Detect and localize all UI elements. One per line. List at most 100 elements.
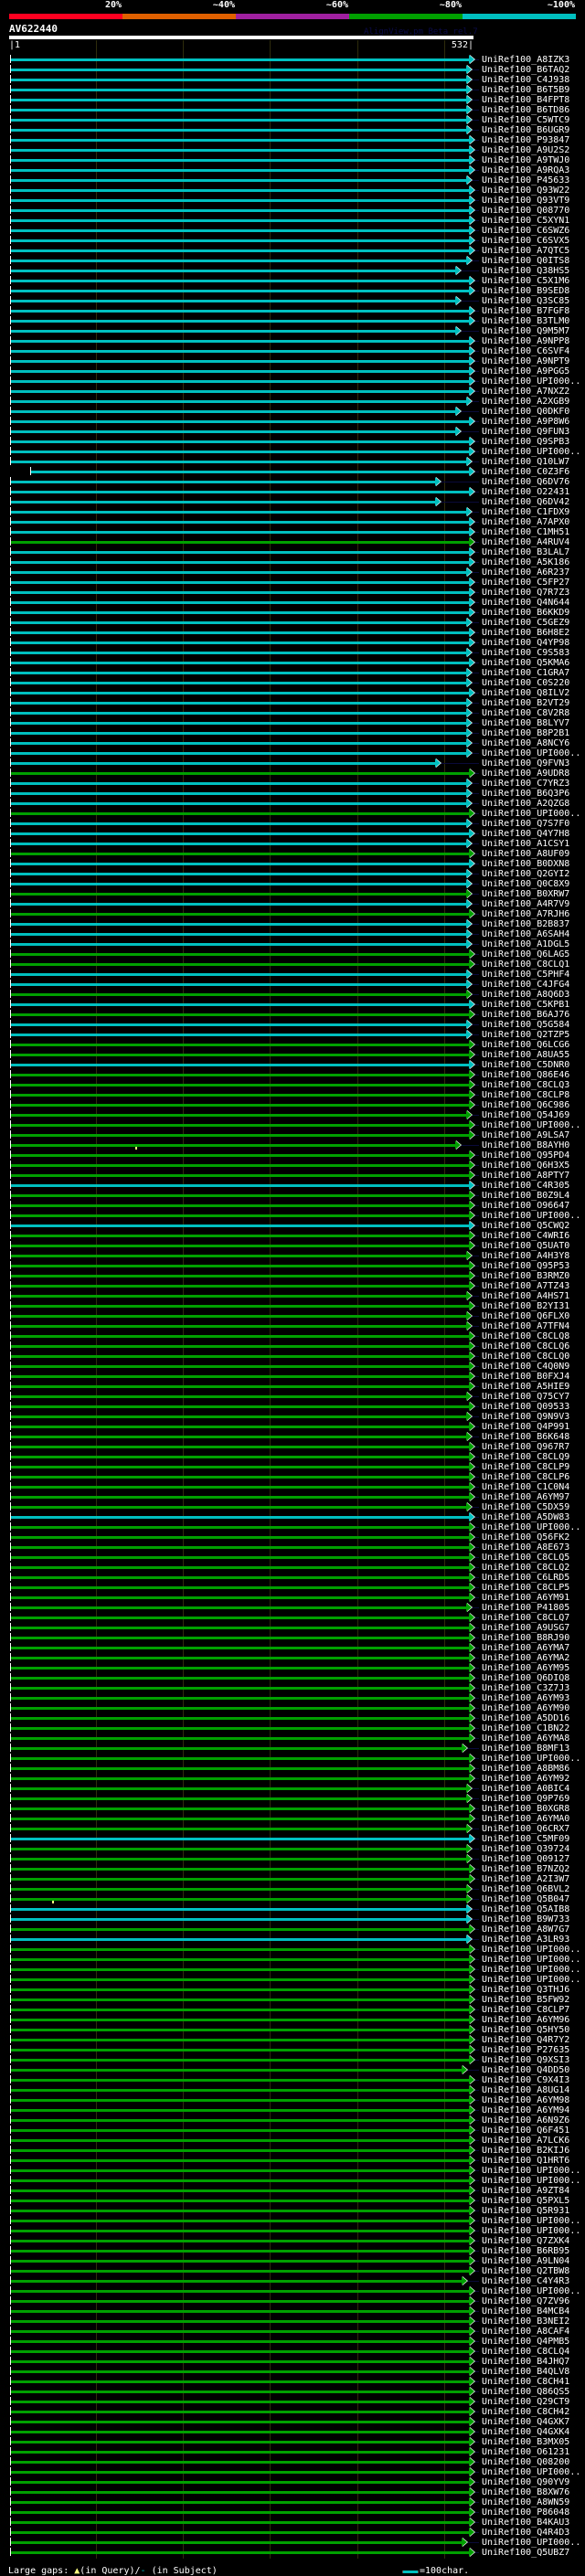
alignment-row[interactable]: UniRef100_Q6C986 bbox=[0, 1100, 585, 1110]
alignment-row[interactable]: UniRef100_Q4N644 bbox=[0, 598, 585, 608]
alignment-row[interactable]: UniRef100_Q6H3X5 bbox=[0, 1161, 585, 1171]
alignment-bar[interactable] bbox=[10, 843, 467, 845]
hit-label[interactable]: UniRef100_Q3SC85 bbox=[482, 296, 569, 306]
alignment-bar[interactable] bbox=[10, 1084, 470, 1087]
alignment-row[interactable]: UniRef100_UPI000.. bbox=[0, 2467, 585, 2477]
alignment-row[interactable]: UniRef100_Q6DIQ8 bbox=[0, 1673, 585, 1683]
hit-label[interactable]: UniRef100_B8AYH0 bbox=[482, 1140, 569, 1150]
hit-label[interactable]: UniRef100_A9LN04 bbox=[482, 2256, 569, 2266]
hit-label[interactable]: UniRef100_C4J938 bbox=[482, 75, 569, 85]
alignment-row[interactable]: UniRef100_A5K186 bbox=[0, 557, 585, 567]
hit-label[interactable]: UniRef100_C5DX59 bbox=[482, 1502, 569, 1512]
alignment-bar[interactable] bbox=[10, 1848, 467, 1850]
alignment-row[interactable]: UniRef100_B4KAU3 bbox=[0, 2518, 585, 2528]
alignment-row[interactable]: UniRef100_Q93VT9 bbox=[0, 196, 585, 206]
alignment-row[interactable]: UniRef100_A2QZG8 bbox=[0, 799, 585, 809]
hit-label[interactable]: UniRef100_UPI000.. bbox=[482, 1754, 580, 1764]
alignment-row[interactable]: UniRef100_Q8ILV2 bbox=[0, 688, 585, 698]
hit-label[interactable]: UniRef100_P45633 bbox=[482, 175, 569, 186]
alignment-row[interactable]: UniRef100_Q6DV42 bbox=[0, 497, 585, 507]
alignment-bar[interactable] bbox=[10, 2089, 470, 2092]
alignment-bar[interactable] bbox=[10, 2189, 470, 2192]
alignment-bar[interactable] bbox=[10, 1998, 470, 2001]
alignment-bar[interactable] bbox=[10, 601, 470, 604]
hit-label[interactable]: UniRef100_C5MF09 bbox=[482, 1834, 569, 1844]
hit-label[interactable]: UniRef100_C8CLQ8 bbox=[482, 1331, 569, 1341]
alignment-bar[interactable] bbox=[10, 2019, 470, 2021]
hit-label[interactable]: UniRef100_C0S220 bbox=[482, 678, 569, 688]
alignment-bar[interactable] bbox=[10, 1044, 470, 1046]
alignment-bar[interactable] bbox=[10, 551, 470, 554]
alignment-bar[interactable] bbox=[10, 2139, 470, 2142]
alignment-row[interactable]: UniRef100_Q6CRX7 bbox=[0, 1824, 585, 1834]
hit-label[interactable]: UniRef100_UPI000.. bbox=[482, 1945, 580, 1955]
alignment-row[interactable]: UniRef100_Q08200 bbox=[0, 2457, 585, 2467]
hit-label[interactable]: UniRef100_A6YM92 bbox=[482, 1774, 569, 1784]
hit-label[interactable]: UniRef100_B6TAQ2 bbox=[482, 65, 569, 75]
alignment-bar[interactable] bbox=[10, 229, 470, 232]
alignment-bar[interactable] bbox=[10, 2501, 470, 2504]
alignment-bar[interactable] bbox=[10, 853, 470, 855]
hit-label[interactable]: UniRef100_A4HS71 bbox=[482, 1291, 569, 1301]
alignment-row[interactable]: UniRef100_A9RQA3 bbox=[0, 165, 585, 175]
alignment-row[interactable]: UniRef100_C8CLQ7 bbox=[0, 1613, 585, 1623]
alignment-bar[interactable] bbox=[10, 1315, 467, 1318]
alignment-row[interactable]: UniRef100_Q08770 bbox=[0, 206, 585, 216]
alignment-bar[interactable] bbox=[10, 310, 470, 313]
alignment-row[interactable]: UniRef100_A5DW83 bbox=[0, 1512, 585, 1522]
alignment-row[interactable]: UniRef100_Q4P991 bbox=[0, 1422, 585, 1432]
alignment-bar[interactable] bbox=[10, 621, 467, 624]
alignment-row[interactable]: UniRef100_A7TZ43 bbox=[0, 1281, 585, 1291]
alignment-bar[interactable] bbox=[10, 2099, 470, 2102]
alignment-bar[interactable] bbox=[10, 1747, 462, 1750]
alignment-row[interactable]: UniRef100_B8AYH0 bbox=[0, 1140, 585, 1150]
alignment-bar[interactable] bbox=[10, 561, 470, 564]
alignment-bar[interactable] bbox=[10, 199, 470, 202]
alignment-row[interactable]: UniRef100_B6TAQ2 bbox=[0, 65, 585, 75]
alignment-bar[interactable] bbox=[10, 893, 467, 896]
alignment-bar[interactable] bbox=[10, 2421, 470, 2423]
hit-label[interactable]: UniRef100_B9SED8 bbox=[482, 286, 569, 296]
alignment-row[interactable]: UniRef100_Q4R7Y2 bbox=[0, 2035, 585, 2045]
alignment-bar[interactable] bbox=[10, 1154, 470, 1157]
hit-label[interactable]: UniRef100_Q5AIB8 bbox=[482, 1904, 569, 1914]
alignment-row[interactable]: UniRef100_UPI000.. bbox=[0, 1955, 585, 1965]
alignment-row[interactable]: UniRef100_B5FW92 bbox=[0, 1995, 585, 2005]
hit-label[interactable]: UniRef100_A6YM97 bbox=[482, 1492, 569, 1502]
alignment-bar[interactable] bbox=[10, 2471, 470, 2474]
alignment-row[interactable]: UniRef100_C8CLQ1 bbox=[0, 959, 585, 970]
alignment-row[interactable]: UniRef100_A8WN59 bbox=[0, 2497, 585, 2507]
alignment-bar[interactable] bbox=[10, 1566, 470, 1569]
alignment-row[interactable]: UniRef100_A9LN04 bbox=[0, 2256, 585, 2266]
alignment-row[interactable]: UniRef100_B6K648 bbox=[0, 1432, 585, 1442]
alignment-row[interactable]: UniRef100_UPI000.. bbox=[0, 1211, 585, 1221]
alignment-row[interactable]: UniRef100_Q7ZXK4 bbox=[0, 2236, 585, 2246]
alignment-row[interactable]: UniRef100_Q95PD4 bbox=[0, 1150, 585, 1161]
alignment-bar[interactable] bbox=[10, 239, 470, 242]
alignment-bar[interactable] bbox=[10, 1586, 470, 1589]
alignment-row[interactable]: UniRef100_A8UA55 bbox=[0, 1050, 585, 1060]
hit-label[interactable]: UniRef100_C8CLP6 bbox=[482, 1472, 569, 1482]
hit-label[interactable]: UniRef100_A6YM91 bbox=[482, 1593, 569, 1603]
hit-label[interactable]: UniRef100_O22431 bbox=[482, 487, 569, 497]
alignment-bar[interactable] bbox=[10, 1476, 470, 1479]
hit-label[interactable]: UniRef100_A6YM98 bbox=[482, 2095, 569, 2105]
alignment-row[interactable]: UniRef100_C8CLP8 bbox=[0, 1090, 585, 1100]
alignment-bar[interactable] bbox=[10, 2390, 470, 2393]
hit-label[interactable]: UniRef100_A1CSY1 bbox=[482, 839, 569, 849]
alignment-row[interactable]: UniRef100_C8CLQ3 bbox=[0, 1080, 585, 1090]
alignment-row[interactable]: UniRef100_A6YM91 bbox=[0, 1593, 585, 1603]
alignment-bar[interactable] bbox=[10, 1134, 470, 1137]
hit-label[interactable]: UniRef100_A9LSA7 bbox=[482, 1130, 569, 1140]
alignment-bar[interactable] bbox=[10, 1737, 470, 1740]
alignment-bar[interactable] bbox=[10, 370, 470, 373]
alignment-bar[interactable] bbox=[10, 1094, 470, 1097]
alignment-bar[interactable] bbox=[10, 99, 467, 101]
hit-label[interactable]: UniRef100_Q5PXL5 bbox=[482, 2196, 569, 2206]
hit-label[interactable]: UniRef100_C5DNR0 bbox=[482, 1060, 569, 1070]
hit-label[interactable]: UniRef100_Q6DV76 bbox=[482, 477, 569, 487]
alignment-row[interactable]: UniRef100_A9NPP8 bbox=[0, 336, 585, 346]
alignment-row[interactable]: UniRef100_A6YM93 bbox=[0, 1693, 585, 1703]
alignment-row[interactable]: UniRef100_A8E673 bbox=[0, 1542, 585, 1553]
alignment-bar[interactable] bbox=[10, 1828, 467, 1830]
